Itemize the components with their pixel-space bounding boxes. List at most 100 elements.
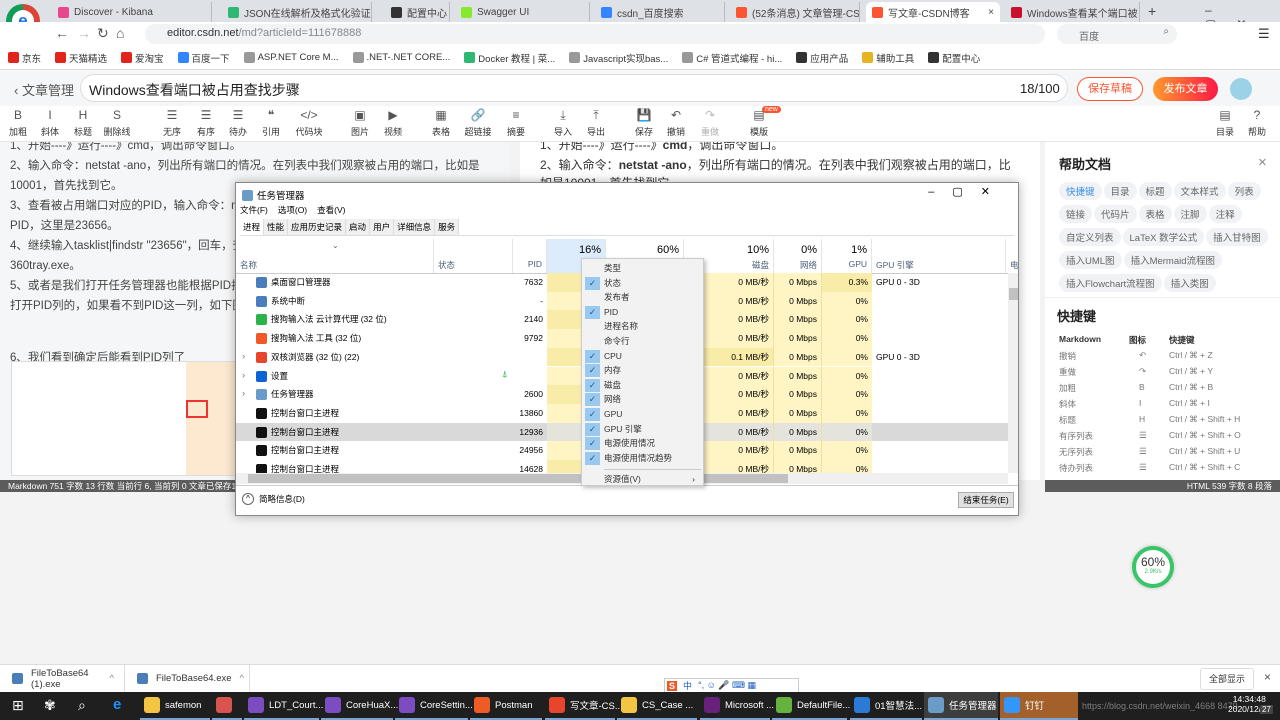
taskbar-app[interactable]: 01智慧法... [850, 692, 922, 720]
tm-menu-item[interactable]: 选项(O) [278, 204, 307, 216]
back-to-articles[interactable]: ‹ 文章管理 [14, 80, 74, 99]
title-input[interactable]: Windows查看端口被占用查找步骤 [80, 74, 1068, 102]
col-gpu-engine[interactable]: GPU 引擎 [872, 239, 1006, 273]
taskbar-app[interactable]: CS_Case ... [617, 692, 697, 720]
toolbar-待办[interactable]: ☰ 待办 [220, 108, 256, 138]
edge-icon[interactable]: e [113, 696, 121, 713]
toolbar-视频[interactable]: ▶ 视频 [375, 108, 411, 138]
avatar[interactable] [1230, 78, 1252, 100]
tm-tab[interactable]: 启动 [346, 219, 371, 235]
taskbar-app[interactable]: Postman [470, 692, 542, 720]
toolbar-删除线[interactable]: S 删除线 [99, 108, 135, 138]
toolbar-帮助[interactable]: ? 帮助 [1239, 108, 1275, 138]
col-gpu[interactable]: 1% GPU [822, 239, 872, 273]
bookmark[interactable]: ASP.NET Core M... [243, 52, 339, 63]
browser-tab[interactable]: JSON在线解析及格式化验证 [222, 2, 372, 22]
tm-menu-item[interactable]: 文件(F) [240, 204, 268, 216]
search-box[interactable]: 百度 ⌕ [1057, 24, 1177, 44]
help-chip[interactable]: 注脚 [1173, 205, 1207, 223]
col-power[interactable]: 电 [1006, 239, 1018, 273]
toolbar-撤销[interactable]: ↶ 撤销 [658, 108, 694, 138]
tm-tab[interactable]: 应用历史记录 [288, 219, 347, 235]
toolbar-引用[interactable]: ❝ 引用 [253, 108, 289, 138]
reload-icon[interactable]: ↻ [97, 25, 109, 42]
help-chip[interactable]: 代码片 [1094, 205, 1137, 223]
search-icon[interactable]: ⌕ [78, 697, 86, 714]
menu-item-GPU[interactable]: ✓ GPU [582, 407, 703, 422]
bookmark[interactable]: Docker 教程 | 菜... [464, 51, 555, 65]
col-pid[interactable]: PID [513, 239, 547, 273]
tm-tab[interactable]: 性能 [264, 219, 289, 235]
back-icon[interactable]: ← [55, 25, 69, 41]
toolbar-导出[interactable]: ⤒ 导出 [578, 108, 614, 138]
help-chip[interactable]: 插入Mermaid流程图 [1123, 251, 1223, 269]
toolbar-代码块[interactable]: </> 代码块 [291, 108, 327, 138]
bookmark[interactable]: .NET-.NET CORE... [352, 52, 450, 63]
tm-tab[interactable]: 服务 [435, 219, 460, 235]
toolbar-标题[interactable]: H 标题 [65, 108, 101, 138]
taskbar-app[interactable]: 钉钉 [1000, 692, 1078, 720]
help-chip[interactable]: 插入类图 [1163, 274, 1216, 292]
help-chip[interactable]: 注释 [1208, 205, 1242, 223]
help-chip[interactable]: 表格 [1138, 205, 1172, 223]
toolbar-加粗[interactable]: B 加粗 [0, 108, 36, 138]
download-chevron-icon[interactable]: ^ [110, 673, 114, 684]
home-icon[interactable]: ⌂ [116, 25, 124, 41]
taskbar-app[interactable]: safemon [140, 692, 210, 720]
help-chip[interactable]: 文本样式 [1173, 182, 1226, 200]
toolbar-斜体[interactable]: I 斜体 [32, 108, 68, 138]
help-chip[interactable]: 自定义列表 [1059, 228, 1121, 246]
tm-window-controls[interactable]: –▢✕ [928, 185, 1008, 198]
toolbar-重做[interactable]: ↷ 重做 [692, 108, 728, 138]
ime-toolbar[interactable]: S 中 °, ☺ 🎤 ⌨ ▦ [664, 678, 799, 693]
toolbar-无序[interactable]: ☰ 无序 [154, 108, 190, 138]
bookmark[interactable]: 爱淘宝 [121, 51, 164, 65]
browser-tab[interactable]: Discover - Kibana [52, 2, 212, 22]
bookmark[interactable]: 配置中心 [928, 51, 980, 65]
toolbar-表格[interactable]: ▦ 表格 [423, 108, 459, 138]
browser-tab[interactable]: Swagger UI [455, 2, 590, 22]
col-network[interactable]: 0% 网络 [774, 239, 822, 273]
downloads-close-icon[interactable]: × [1264, 670, 1271, 684]
expand-chevron-icon[interactable]: › [242, 388, 245, 399]
menu-item-磁盘[interactable]: ✓ 磁盘 [582, 378, 703, 393]
toolbar-导入[interactable]: ⤓ 导入 [545, 108, 581, 138]
help-chip[interactable]: 插入UML图 [1059, 251, 1122, 269]
menu-item-CPU[interactable]: ✓ CPU [582, 349, 703, 364]
end-task-button[interactable]: 结束任务(E) [958, 492, 1014, 508]
toolbar-图片[interactable]: ▣ 图片 [342, 108, 378, 138]
url-bar[interactable]: editor.csdn.net/md?articleId=111678888 [145, 24, 1045, 44]
menu-item-发布者[interactable]: 发布者 [582, 290, 703, 305]
menu-item-电源使用情况趋势[interactable]: ✓ 电源使用情况趋势 [582, 451, 703, 466]
menu-item-网络[interactable]: ✓ 网络 [582, 392, 703, 407]
help-chip[interactable]: LaTeX 数学公式 [1122, 228, 1205, 246]
menu-icon[interactable]: ☰ [1258, 26, 1270, 42]
save-draft-button[interactable]: 保存草稿 [1077, 77, 1143, 101]
download-item[interactable]: FileToBase64.exe ^ [125, 665, 250, 692]
taskbar-app[interactable]: 任务管理器 [924, 692, 998, 720]
search-icon[interactable]: ⌕ [1163, 26, 1169, 37]
toolbar-模版[interactable]: ▤ 模版 [741, 108, 777, 138]
taskbar-app[interactable] [212, 692, 242, 720]
help-chip[interactable]: 插入Flowchart流程图 [1059, 274, 1162, 292]
show-all-button[interactable]: 全部显示 [1200, 668, 1254, 690]
taskbar-app[interactable]: DefaultFile... [772, 692, 850, 720]
browser-tab[interactable]: (52条消息) 文章管理-CSDN博 [730, 2, 860, 22]
taskbar-app[interactable]: Microsoft ... [700, 692, 774, 720]
browser-tab[interactable]: 配置中心 [385, 2, 450, 22]
toolbar-摘要[interactable]: ≡ 摘要 [498, 108, 534, 138]
browser-tab[interactable]: Windows查看某个端口被占用 [1005, 2, 1140, 22]
col-name[interactable]: 名称 [236, 239, 434, 273]
toolbar-超链接[interactable]: 🔗 超链接 [460, 108, 496, 138]
tm-menu-item[interactable]: 查看(V) [317, 204, 345, 216]
taskbar-app[interactable]: LDT_Court... [244, 692, 323, 720]
bookmark[interactable]: 应用产品 [796, 51, 848, 65]
tm-tab[interactable]: 用户 [370, 219, 395, 235]
tm-tab[interactable]: 详细信息 [394, 219, 436, 235]
taskbar-app[interactable]: 写文章-CS... [545, 692, 623, 720]
tab-close-icon[interactable]: × [988, 7, 994, 18]
bookmark[interactable]: 辅助工具 [862, 51, 914, 65]
help-chip[interactable]: 插入甘特图 [1206, 228, 1268, 246]
menu-item-命令行[interactable]: 命令行 [582, 334, 703, 349]
taskbar-app[interactable]: CoreSettin... [395, 692, 473, 720]
